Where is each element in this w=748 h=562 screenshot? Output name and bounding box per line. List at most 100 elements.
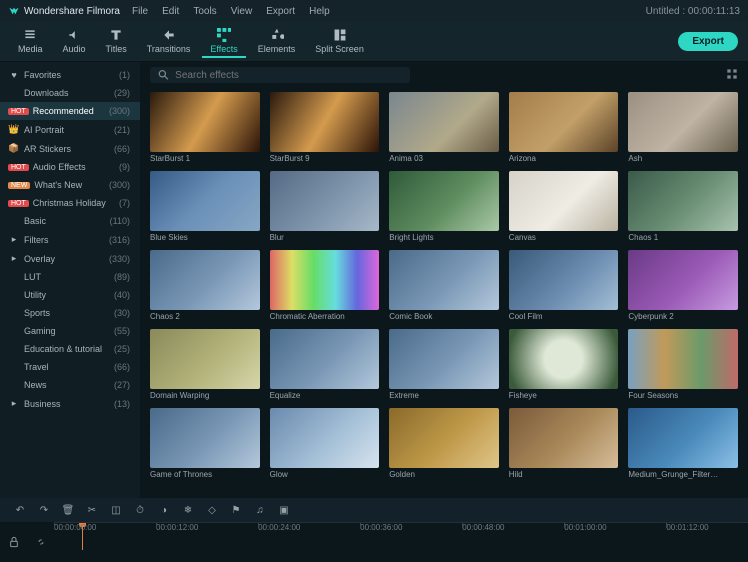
- tool-effects[interactable]: Effects: [202, 26, 245, 58]
- tool-split[interactable]: Split Screen: [307, 26, 372, 58]
- sidebar-item-count: (66): [114, 144, 130, 154]
- effect-card[interactable]: Chaos 2: [150, 250, 260, 321]
- effect-card[interactable]: Extreme: [389, 329, 499, 400]
- timeline: 00:00:00:0000:00:12:0000:00:24:0000:00:3…: [0, 522, 748, 562]
- effect-card[interactable]: StarBurst 1: [150, 92, 260, 163]
- effect-label: Domain Warping: [150, 391, 260, 400]
- effect-card[interactable]: Arizona: [509, 92, 619, 163]
- speed-icon[interactable]: ⏱: [134, 504, 146, 516]
- effect-card[interactable]: Domain Warping: [150, 329, 260, 400]
- effect-thumb: [628, 329, 738, 389]
- sidebar-item-business[interactable]: ▸Business(13): [0, 394, 140, 413]
- sidebar-item-label: Recommended: [33, 106, 109, 116]
- cut-icon[interactable]: ✂: [86, 504, 98, 516]
- effect-card[interactable]: Equalize: [270, 329, 380, 400]
- search-box[interactable]: [150, 67, 410, 83]
- app-brand: Wondershare Filmora: [8, 5, 120, 17]
- tool-media[interactable]: Media: [10, 26, 51, 58]
- effect-label: Arizona: [509, 154, 619, 163]
- effect-card[interactable]: StarBurst 9: [270, 92, 380, 163]
- sidebar-item-label: AR Stickers: [24, 144, 114, 154]
- redo-icon[interactable]: ↷: [38, 504, 50, 516]
- track-lock-icon[interactable]: [8, 536, 20, 548]
- effect-card[interactable]: Chromatic Aberration: [270, 250, 380, 321]
- sidebar-item-utility[interactable]: Utility(40): [0, 286, 140, 304]
- effect-thumb: [628, 250, 738, 310]
- sidebar-item-gaming[interactable]: Gaming(55): [0, 322, 140, 340]
- sidebar-item-what-s-new[interactable]: NEWWhat's New(300): [0, 176, 140, 194]
- marker-icon[interactable]: ⚑: [230, 504, 242, 516]
- tool-transitions[interactable]: Transitions: [139, 26, 199, 58]
- freeze-icon[interactable]: ❄: [182, 504, 194, 516]
- ruler-tick: 00:00:24:00: [258, 523, 300, 532]
- transitions-icon: [162, 28, 176, 42]
- effect-card[interactable]: Cyberpunk 2: [628, 250, 738, 321]
- effect-label: Chromatic Aberration: [270, 312, 380, 321]
- sidebar-item-favorites[interactable]: ♥Favorites(1): [0, 66, 140, 84]
- sidebar-item-count: (316): [109, 235, 130, 245]
- delete-icon[interactable]: 🗑: [62, 504, 74, 516]
- effect-card[interactable]: Anima 03: [389, 92, 499, 163]
- effect-card[interactable]: Cool Film: [509, 250, 619, 321]
- sidebar-item-overlay[interactable]: ▸Overlay(330): [0, 249, 140, 268]
- effect-thumb: [509, 171, 619, 231]
- split-icon: [333, 28, 347, 42]
- effect-thumb: [150, 329, 260, 389]
- keyframe-icon[interactable]: ◇: [206, 504, 218, 516]
- effect-card[interactable]: Ash: [628, 92, 738, 163]
- export-button[interactable]: Export: [678, 32, 738, 51]
- menu-help[interactable]: Help: [309, 6, 330, 17]
- grid-view-toggle[interactable]: [726, 68, 738, 83]
- color-icon[interactable]: ◑: [158, 504, 170, 516]
- effect-card[interactable]: Glow: [270, 408, 380, 479]
- sidebar-item-news[interactable]: News(27): [0, 376, 140, 394]
- effect-card[interactable]: Bright Lights: [389, 171, 499, 242]
- timeline-left-controls: [0, 522, 54, 562]
- sidebar-item-ar-stickers[interactable]: 📦AR Stickers(66): [0, 139, 140, 158]
- sidebar-item-downloads[interactable]: Downloads(29): [0, 84, 140, 102]
- sidebar-item-ai-portrait[interactable]: 👑AI Portrait(21): [0, 120, 140, 139]
- effect-card[interactable]: Blur: [270, 171, 380, 242]
- sidebar-item-label: What's New: [34, 180, 109, 190]
- effect-card[interactable]: Fisheye: [509, 329, 619, 400]
- sidebar-item-filters[interactable]: ▸Filters(316): [0, 230, 140, 249]
- search-input[interactable]: [175, 70, 402, 81]
- undo-icon[interactable]: ↶: [14, 504, 26, 516]
- effect-thumb: [628, 92, 738, 152]
- effect-card[interactable]: Golden: [389, 408, 499, 479]
- sidebar-item-travel[interactable]: Travel(66): [0, 358, 140, 376]
- crop-icon[interactable]: ◫: [110, 504, 122, 516]
- sidebar-item-recommended[interactable]: HOTRecommended(300): [0, 102, 140, 120]
- effect-card[interactable]: Comic Book: [389, 250, 499, 321]
- effect-card[interactable]: Game of Thrones: [150, 408, 260, 479]
- effect-card[interactable]: Chaos 1: [628, 171, 738, 242]
- ruler-tick: 00:01:00:00: [564, 523, 606, 532]
- effect-card[interactable]: Medium_Grunge_Filter…: [628, 408, 738, 479]
- sidebar-item-education-tutorial[interactable]: Education & tutorial(25): [0, 340, 140, 358]
- tool-audio[interactable]: Audio: [55, 26, 94, 58]
- menu-edit[interactable]: Edit: [162, 6, 179, 17]
- sidebar-item-christmas-holiday[interactable]: HOTChristmas Holiday(7): [0, 194, 140, 212]
- sidebar-item-audio-effects[interactable]: HOTAudio Effects(9): [0, 158, 140, 176]
- effect-label: Blur: [270, 233, 380, 242]
- effect-label: Chaos 2: [150, 312, 260, 321]
- timeline-ruler[interactable]: 00:00:00:0000:00:12:0000:00:24:0000:00:3…: [54, 522, 748, 550]
- effect-card[interactable]: Blue Skies: [150, 171, 260, 242]
- ruler-tick: 00:00:36:00: [360, 523, 402, 532]
- sidebar-item-lut[interactable]: LUT(89): [0, 268, 140, 286]
- track-link-icon[interactable]: [35, 536, 47, 548]
- tool-titles[interactable]: Titles: [98, 26, 135, 58]
- render-icon[interactable]: ▣: [278, 504, 290, 516]
- menu-export[interactable]: Export: [266, 6, 295, 17]
- effect-label: Canvas: [509, 233, 619, 242]
- menu-tools[interactable]: Tools: [193, 6, 216, 17]
- menu-file[interactable]: File: [132, 6, 148, 17]
- sidebar-item-basic[interactable]: Basic(110): [0, 212, 140, 230]
- effect-card[interactable]: Four Seasons: [628, 329, 738, 400]
- sidebar-item-sports[interactable]: Sports(30): [0, 304, 140, 322]
- tool-elements[interactable]: Elements: [250, 26, 304, 58]
- menu-view[interactable]: View: [231, 6, 253, 17]
- effect-card[interactable]: Hild: [509, 408, 619, 479]
- effect-card[interactable]: Canvas: [509, 171, 619, 242]
- audio-detach-icon[interactable]: ♫: [254, 504, 266, 516]
